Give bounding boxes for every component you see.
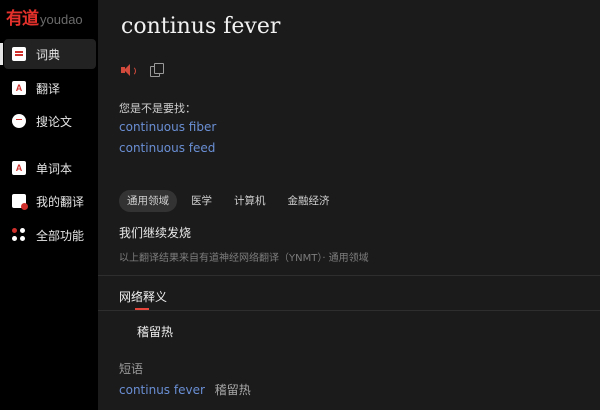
- phrase-item: continus fever 稽留热: [119, 381, 251, 398]
- translate-icon: A: [12, 81, 26, 95]
- wordbook-icon: A: [12, 161, 26, 175]
- speaker-icon[interactable]: [120, 63, 136, 77]
- sidebar-item-dictionary[interactable]: 词典: [0, 39, 96, 69]
- dictionary-icon: [12, 47, 26, 61]
- sidebar-item-translate[interactable]: A 翻译: [4, 73, 96, 103]
- suggestion-label: 您是不是要找：: [119, 102, 196, 115]
- sidebar-item-label: 翻译: [36, 81, 61, 96]
- sidebar-item-label: 单词本: [36, 161, 73, 176]
- tab-finance[interactable]: 金融经济: [280, 190, 338, 212]
- phrase-cn: 稽留热: [214, 383, 251, 397]
- sidebar-item-my-translation[interactable]: 我的翻译: [4, 186, 96, 216]
- sidebar-item-label: 全部功能: [36, 228, 85, 243]
- copy-icon[interactable]: [150, 63, 164, 77]
- sidebar-item-label: 搜论文: [36, 114, 73, 129]
- query-word: continus fever: [121, 14, 281, 39]
- all-features-icon: [12, 228, 26, 242]
- sidebar-item-label: 词典: [36, 47, 61, 62]
- divider: [98, 310, 600, 311]
- suggestion-link[interactable]: continuous feed: [119, 141, 215, 155]
- main-panel: continus fever 您是不是要找： continuous fiber …: [98, 0, 600, 410]
- phrase-label: 短语: [119, 362, 144, 376]
- divider: [98, 275, 600, 276]
- sidebar-item-label: 我的翻译: [36, 194, 85, 209]
- translation-result: 我们继续发烧: [119, 226, 192, 240]
- suggestion-link[interactable]: continuous fiber: [119, 120, 216, 134]
- phrase-en[interactable]: continus fever: [119, 383, 205, 397]
- logo-cn: 有道: [6, 9, 39, 29]
- my-translation-icon: [12, 194, 28, 210]
- web-section-title[interactable]: 网络释义: [119, 288, 167, 305]
- paper-search-icon: [12, 114, 26, 128]
- sidebar-item-all-features[interactable]: 全部功能: [4, 220, 96, 250]
- tab-medicine[interactable]: 医学: [183, 190, 220, 212]
- tab-computer[interactable]: 计算机: [226, 190, 274, 212]
- youdao-logo[interactable]: 有道 youdao: [6, 4, 83, 29]
- web-meaning: 稽留热: [137, 325, 174, 339]
- sidebar: 有道 youdao 词典 A 翻译 搜论文 A 单词本 我的翻译 全部功能: [0, 0, 98, 410]
- sidebar-item-wordbook[interactable]: A 单词本: [4, 153, 96, 183]
- tab-general[interactable]: 通用领域: [119, 190, 177, 212]
- sidebar-item-paper-search[interactable]: 搜论文: [4, 106, 96, 136]
- translation-source-note: 以上翻译结果来自有道神经网络翻译（YNMT）· 通用领域: [119, 253, 369, 264]
- logo-en: youdao: [40, 12, 83, 27]
- domain-tabs: 通用领域 医学 计算机 金融经济: [119, 190, 338, 212]
